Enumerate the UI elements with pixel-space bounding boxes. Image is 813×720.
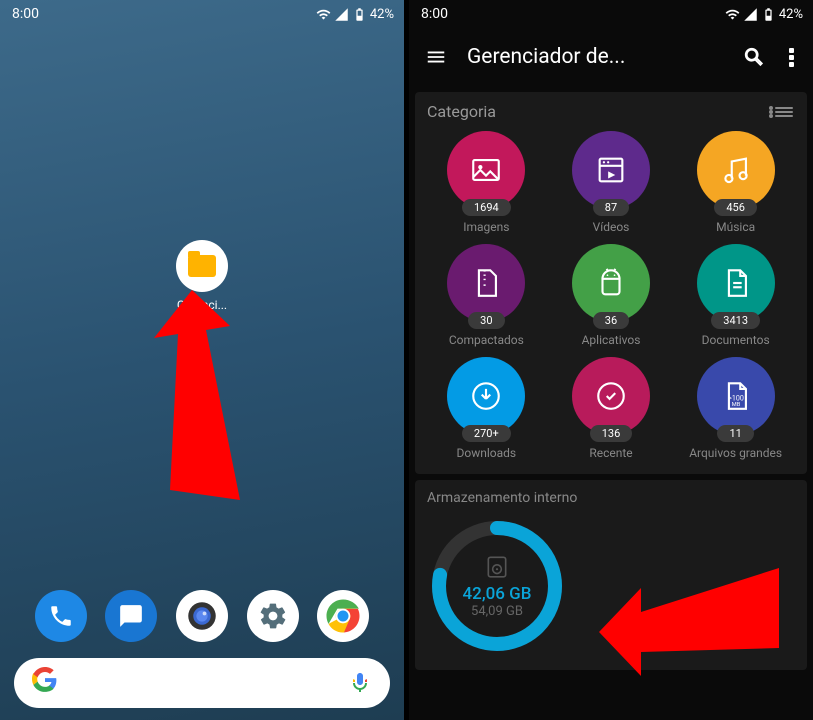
category-circle	[447, 357, 525, 435]
category-label: Compactados	[449, 333, 524, 347]
storage-total: 54,09 GB	[471, 604, 523, 619]
category-compactados[interactable]: 30 Compactados	[427, 244, 546, 347]
signal-icon	[334, 7, 349, 22]
category-circle	[572, 131, 650, 209]
phone-filemanager-app: 8:00 42% Gerenciador de... Categoria 169…	[409, 0, 813, 720]
category-label: Vídeos	[593, 220, 630, 234]
battery-pct: 42%	[370, 7, 394, 22]
view-toggle-icon[interactable]	[775, 107, 795, 117]
dock-chrome[interactable]	[317, 590, 369, 642]
category-arquivos-grandes[interactable]: >100MB 11 Arquivos grandes	[676, 357, 795, 460]
storage-used: 42,06 GB	[463, 584, 532, 604]
category-title: Categoria	[427, 102, 496, 121]
annotation-arrow-left	[100, 290, 250, 510]
dock	[0, 590, 404, 642]
category-aplicativos[interactable]: 36 Aplicativos	[552, 244, 671, 347]
google-logo-icon	[32, 667, 58, 699]
app-icon-circle	[176, 240, 228, 292]
category-grid: 1694 Imagens 87 Vídeos 456 Música 30 Com…	[427, 131, 795, 460]
category-label: Imagens	[463, 220, 509, 234]
category-circle	[572, 244, 650, 322]
statusbar-time: 8:00	[12, 6, 39, 22]
search-bar[interactable]	[14, 658, 390, 708]
category-count: 136	[590, 425, 633, 442]
category-documentos[interactable]: 3413 Documentos	[676, 244, 795, 347]
storage-title: Armazenamento interno	[427, 490, 795, 506]
folder-icon	[188, 255, 216, 277]
battery-pct-r: 42%	[779, 7, 803, 22]
svg-text:MB: MB	[731, 402, 740, 408]
appbar: Gerenciador de...	[409, 28, 813, 86]
search-icon[interactable]	[743, 46, 765, 68]
statusbar-icons: 42%	[316, 0, 404, 28]
category-label: Documentos	[702, 333, 770, 347]
dock-camera[interactable]	[176, 590, 228, 642]
category-label: Arquivos grandes	[689, 446, 782, 460]
wifi-icon	[316, 7, 331, 22]
category-circle	[447, 131, 525, 209]
statusbar-time-r: 8:00	[421, 6, 448, 22]
category-count: 1694	[462, 199, 511, 216]
category-label: Música	[716, 220, 755, 234]
phone-home-screen: 8:00 42% Gerenci...	[0, 0, 404, 720]
wifi-icon	[725, 7, 740, 22]
more-icon[interactable]	[785, 48, 797, 67]
donut-center: 42,06 GB 54,09 GB	[427, 516, 567, 656]
category-label: Recente	[589, 446, 632, 460]
category-count: 36	[593, 312, 629, 329]
dock-settings[interactable]	[247, 590, 299, 642]
category-circle	[697, 244, 775, 322]
appbar-title: Gerenciador de...	[467, 45, 723, 69]
category-circle	[697, 131, 775, 209]
battery-icon	[761, 7, 776, 22]
category-count: 456	[714, 199, 757, 216]
category-música[interactable]: 456 Música	[676, 131, 795, 234]
category-label: Aplicativos	[582, 333, 641, 347]
annotation-arrow-right	[599, 558, 789, 678]
category-header: Categoria	[427, 102, 795, 121]
category-circle	[572, 357, 650, 435]
statusbar-icons-r: 42%	[725, 0, 813, 28]
category-count: 3413	[711, 312, 760, 329]
signal-icon	[743, 7, 758, 22]
category-count: 30	[468, 312, 504, 329]
category-circle: >100MB	[697, 357, 775, 435]
menu-icon[interactable]	[425, 46, 447, 68]
category-panel: Categoria 1694 Imagens 87 Vídeos 456 Mús…	[415, 92, 807, 474]
category-vídeos[interactable]: 87 Vídeos	[552, 131, 671, 234]
category-recente[interactable]: 136 Recente	[552, 357, 671, 460]
category-count: 87	[593, 199, 629, 216]
statusbar-left: 8:00 42%	[0, 0, 404, 28]
dock-phone[interactable]	[35, 590, 87, 642]
storage-donut: 42,06 GB 54,09 GB	[427, 516, 567, 656]
disk-icon	[484, 554, 510, 580]
category-circle	[447, 244, 525, 322]
category-label: Downloads	[457, 446, 517, 460]
category-downloads[interactable]: 270+ Downloads	[427, 357, 546, 460]
category-imagens[interactable]: 1694 Imagens	[427, 131, 546, 234]
mic-icon[interactable]	[348, 671, 372, 695]
battery-icon	[352, 7, 367, 22]
category-count: 270+	[462, 425, 511, 442]
dock-messages[interactable]	[105, 590, 157, 642]
svg-text:>100: >100	[728, 393, 744, 402]
statusbar-right: 8:00 42%	[409, 0, 813, 28]
category-count: 11	[717, 425, 753, 442]
